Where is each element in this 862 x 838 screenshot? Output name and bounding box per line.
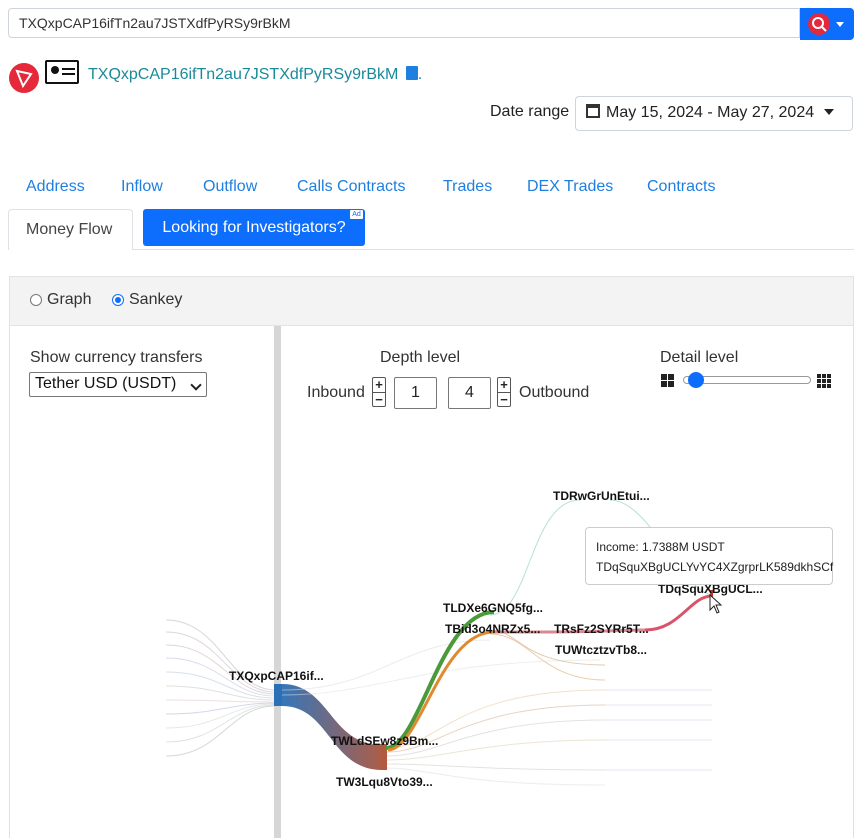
sankey-tooltip: Income: 1.7388M USDT TDqSquXBgUCLYvYC4XZ… (585, 527, 833, 585)
sankey-node-label[interactable]: TDRwGrUnEtui... (553, 489, 650, 503)
source-node (274, 684, 282, 706)
sankey-node-label[interactable]: TW3Lqu8Vto39... (336, 775, 433, 789)
tooltip-address: TDqSquXBgUCLYvYC4XZgrprLK589dkhSCf (596, 560, 834, 574)
inbound-links (165, 619, 276, 757)
mouse-cursor-icon (709, 594, 723, 614)
sankey-diagram (165, 499, 713, 786)
sankey-node-label[interactable]: TRsFz2SYRr5T... (554, 622, 649, 636)
sankey-node-label[interactable]: TBid3o4NRZx5... (445, 622, 540, 636)
sankey-node-label[interactable]: TLDXe6GNQ5fg... (443, 601, 543, 615)
tooltip-income: Income: 1.7388M USDT (596, 540, 725, 554)
sankey-node-label[interactable]: TWLdSEw8z9Bm... (331, 734, 438, 748)
main-flow (282, 684, 382, 770)
sankey-node-label[interactable]: TUWtcztzvTb8... (555, 643, 647, 657)
sankey-node-label[interactable]: TXQxpCAP16if... (229, 669, 324, 683)
